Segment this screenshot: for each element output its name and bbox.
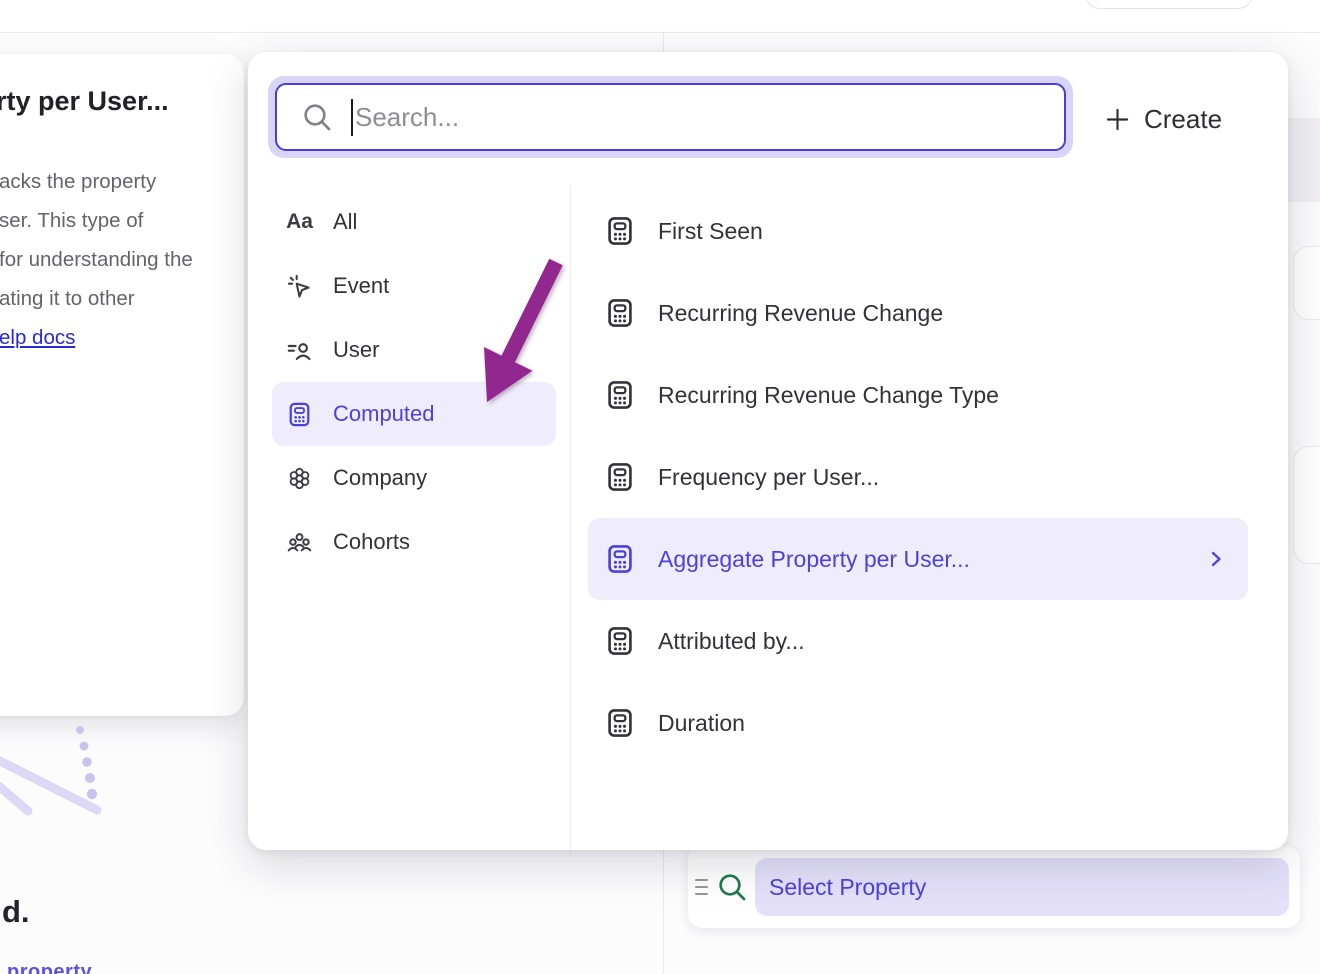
- property-item-duration[interactable]: Duration: [588, 682, 1248, 764]
- property-item-recurring-revenue-change-type[interactable]: Recurring Revenue Change Type: [588, 354, 1248, 436]
- top-bar-partial-button[interactable]: [1085, 0, 1253, 9]
- property-item-aggregate-property-per-user[interactable]: Aggregate Property per User...: [588, 518, 1248, 600]
- clipped-link-fragment[interactable]: property: [7, 961, 92, 974]
- user-list-icon: [286, 337, 313, 364]
- property-picker-modal: Create Aa All Event User Computed Co: [248, 52, 1288, 850]
- category-item-company[interactable]: Company: [272, 446, 556, 510]
- create-button[interactable]: Create: [1104, 94, 1222, 144]
- background-card-edge: [1293, 246, 1320, 320]
- calculator-icon: [604, 625, 636, 657]
- category-item-all[interactable]: Aa All: [272, 190, 556, 254]
- screen: rty per User... acks the property ser. T…: [0, 0, 1320, 974]
- property-list: First Seen Recurring Revenue Change Recu…: [588, 190, 1248, 764]
- select-property-button[interactable]: Select Property: [755, 858, 1289, 916]
- tooltip-body-line: ating it to other: [0, 287, 135, 311]
- tooltip-body-line: ser. This type of: [0, 209, 143, 233]
- search-focus-ring: [268, 76, 1073, 158]
- annotation-arrow: [470, 248, 570, 408]
- property-item-recurring-revenue-change[interactable]: Recurring Revenue Change: [588, 272, 1248, 354]
- company-cluster-icon: [286, 465, 313, 492]
- query-builder-row: Select Property: [688, 846, 1300, 928]
- menu-lines-icon[interactable]: [695, 879, 709, 897]
- text-caret: [351, 99, 353, 136]
- top-bar: [0, 0, 1320, 33]
- search-icon: [301, 101, 333, 133]
- property-item-attributed-by[interactable]: Attributed by...: [588, 600, 1248, 682]
- search-field[interactable]: [275, 83, 1066, 151]
- create-button-label: Create: [1144, 104, 1222, 135]
- tooltip-body-line: for understanding the: [0, 248, 193, 272]
- help-docs-link[interactable]: elp docs: [0, 326, 75, 350]
- calculator-icon: [604, 461, 636, 493]
- property-item-first-seen[interactable]: First Seen: [588, 190, 1248, 272]
- cohorts-group-icon: [286, 529, 313, 556]
- calculator-icon: [286, 401, 313, 428]
- calculator-icon: [604, 707, 636, 739]
- background-panel-strip: [1288, 118, 1320, 202]
- column-divider: [570, 185, 571, 850]
- calculator-icon: [604, 543, 636, 575]
- decorative-illustration: [0, 718, 130, 830]
- clipped-heading-fragment: d.: [2, 894, 30, 930]
- search-icon: [716, 871, 748, 903]
- calculator-icon: [604, 215, 636, 247]
- calculator-icon: [604, 379, 636, 411]
- tooltip-title: rty per User...: [0, 86, 169, 117]
- select-property-label: Select Property: [769, 874, 926, 901]
- category-item-cohorts[interactable]: Cohorts: [272, 510, 556, 574]
- background-card-edge: [1293, 446, 1320, 564]
- event-cursor-icon: [286, 273, 313, 300]
- chevron-right-icon: [1206, 549, 1226, 569]
- text-aa-icon: Aa: [286, 209, 313, 236]
- calculator-icon: [604, 297, 636, 329]
- tooltip-body-line: acks the property: [0, 170, 156, 194]
- search-input[interactable]: [355, 85, 1045, 149]
- property-tooltip-card: rty per User... acks the property ser. T…: [0, 54, 244, 716]
- plus-icon: [1104, 106, 1131, 133]
- property-item-frequency-per-user[interactable]: Frequency per User...: [588, 436, 1248, 518]
